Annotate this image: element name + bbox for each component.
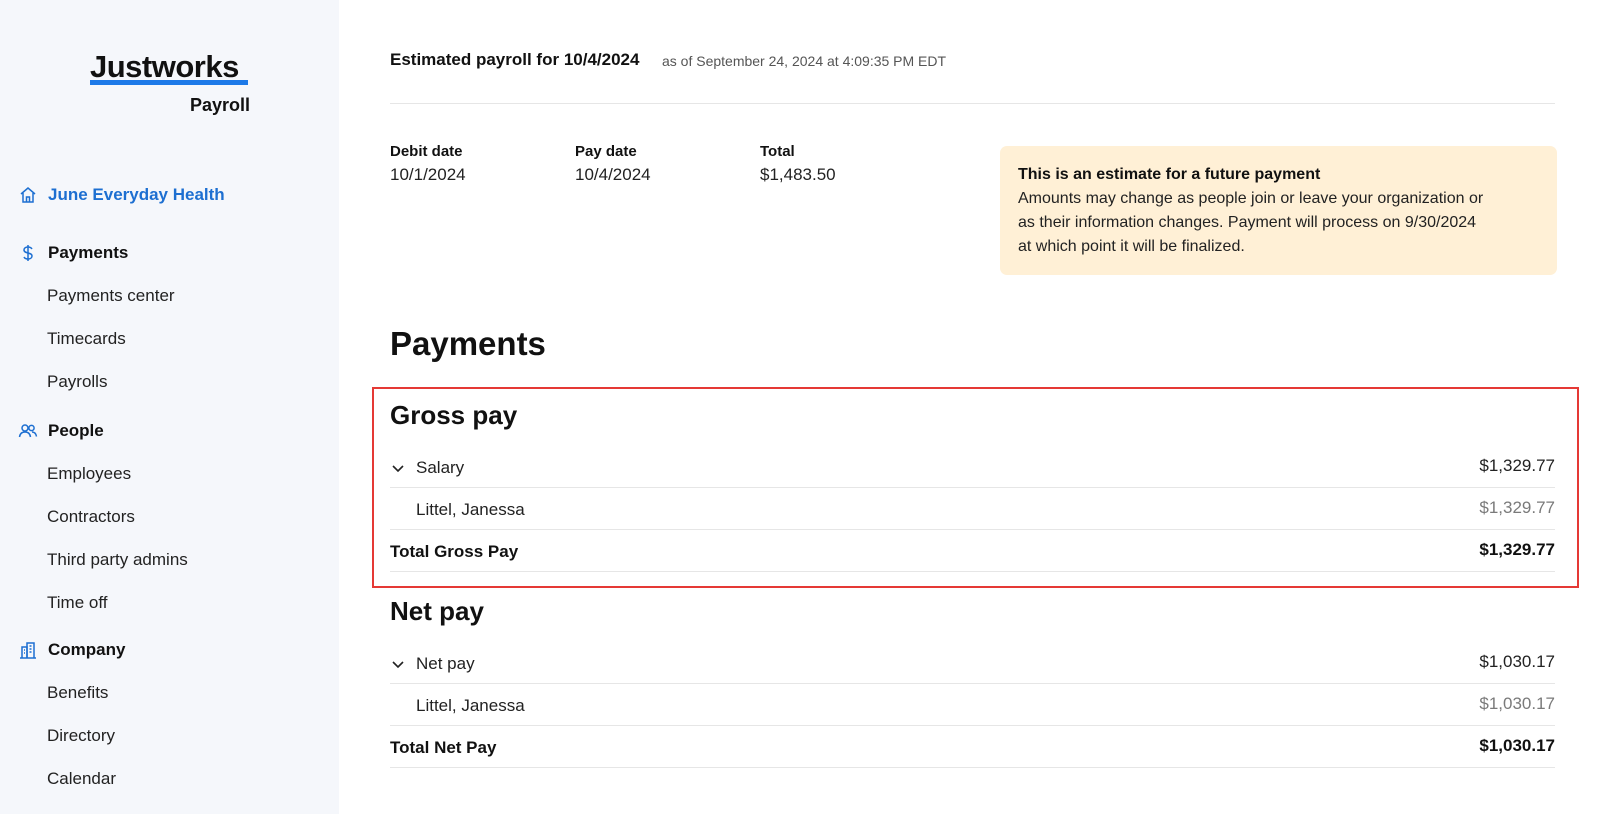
building-icon (20, 642, 36, 659)
sidebar-org-label: June Everyday Health (48, 185, 225, 204)
sidebar-section-label: Company (48, 640, 126, 659)
sidebar-item-calendar[interactable]: Calendar (47, 767, 116, 791)
as-of-timestamp: as of September 24, 2024 at 4:09:35 PM E… (662, 53, 947, 69)
sidebar-item-payrolls[interactable]: Payrolls (47, 370, 107, 394)
sidebar-item-employees[interactable]: Employees (47, 462, 131, 486)
table-row: Littel, Janessa $1,030.17 (390, 684, 1555, 726)
pay-date-label: Pay date (575, 143, 637, 160)
dollar-icon (23, 245, 33, 261)
sidebar-item-timecards[interactable]: Timecards (47, 327, 126, 351)
total-block: Total $1,483.50 (760, 143, 836, 185)
notice-title: This is an estimate for a future payment (1018, 166, 1321, 183)
sidebar-item-payments-center[interactable]: Payments center (47, 284, 175, 308)
logo-wordmark: Justworks (90, 49, 239, 84)
sidebar: Justworks Payroll June Everyday Health P… (0, 0, 339, 814)
net-pay-group-amount: $1,030.17 (1479, 652, 1555, 671)
justworks-logo[interactable]: Justworks Payroll (90, 50, 250, 116)
notice-line: as their information changes. Payment wi… (1018, 214, 1477, 231)
debit-date-value: 10/1/2024 (390, 165, 466, 184)
logo-product: Payroll (189, 95, 250, 115)
sidebar-item-benefits[interactable]: Benefits (47, 681, 108, 705)
payments-heading: Payments (390, 325, 546, 362)
total-net-pay-row: Total Net Pay $1,030.17 (390, 726, 1555, 768)
header-divider (390, 103, 1555, 104)
people-icon (18, 424, 38, 438)
sidebar-section-payments[interactable]: Payments (18, 238, 128, 268)
total-net-pay-amount: $1,030.17 (1479, 736, 1555, 755)
home-icon (20, 187, 36, 203)
employee-amount: $1,030.17 (1479, 694, 1555, 713)
sidebar-section-label: People (48, 421, 104, 440)
net-pay-heading: Net pay (390, 596, 484, 626)
notice-line: at which point it will be finalized. (1018, 238, 1245, 255)
total-label: Total (760, 143, 795, 160)
sidebar-section-company[interactable]: Company (18, 635, 125, 665)
debit-date-label: Debit date (390, 143, 463, 160)
net-pay-group-label: Net pay (416, 654, 475, 673)
sidebar-org-link[interactable]: June Everyday Health (18, 180, 225, 210)
sidebar-section-label: Payments (48, 243, 129, 262)
estimate-notice: This is an estimate for a future payment… (1000, 146, 1557, 275)
sidebar-item-contractors[interactable]: Contractors (47, 505, 135, 529)
sidebar-item-directory[interactable]: Directory (47, 724, 115, 748)
sidebar-item-third-party-admins[interactable]: Third party admins (47, 548, 188, 572)
pay-date-block: Pay date 10/4/2024 (575, 143, 651, 185)
total-net-pay-label: Total Net Pay (390, 738, 497, 757)
notice-line: Amounts may change as people join or lea… (1018, 190, 1484, 207)
sidebar-section-people[interactable]: People (18, 416, 104, 446)
total-value: $1,483.50 (760, 165, 836, 184)
sidebar-item-time-off[interactable]: Time off (47, 591, 107, 615)
employee-name: Littel, Janessa (416, 696, 525, 715)
net-pay-group-row[interactable]: Net pay $1,030.17 (390, 642, 1555, 684)
debit-date-block: Debit date 10/1/2024 (390, 143, 466, 185)
pay-date-value: 10/4/2024 (575, 165, 651, 184)
gross-pay-highlight-box (372, 387, 1579, 588)
page-title: Estimated payroll for 10/4/2024 (390, 50, 640, 69)
chevron-down-icon[interactable] (390, 656, 406, 672)
